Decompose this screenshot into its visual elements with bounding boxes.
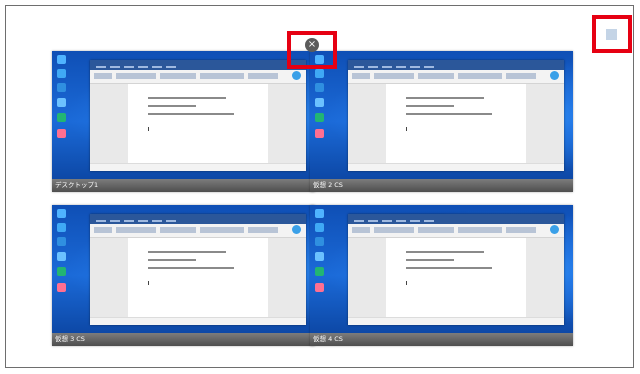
desktop-app-icon xyxy=(315,267,324,276)
help-icon xyxy=(550,71,559,80)
status-bar xyxy=(90,163,306,171)
ribbon-toolbar xyxy=(348,224,564,238)
desktop-app-icon xyxy=(57,223,66,232)
text-cursor xyxy=(148,127,149,131)
desktop-thumbnail-4[interactable]: 仮想 4 CS xyxy=(310,205,573,346)
status-bar xyxy=(90,317,306,325)
help-icon xyxy=(292,71,301,80)
desktop-app-icon xyxy=(315,223,324,232)
desktop-app-icon xyxy=(57,283,66,292)
desktop-app-icon xyxy=(315,83,324,92)
document-canvas xyxy=(90,84,306,164)
status-bar xyxy=(348,317,564,325)
ribbon-toolbar xyxy=(90,224,306,238)
help-icon xyxy=(292,225,301,234)
word-window xyxy=(348,60,564,171)
desktop-app-icon xyxy=(57,252,66,261)
desktop-wallpaper xyxy=(52,51,315,179)
desktop-app-icon xyxy=(57,129,66,138)
desktop-app-icon xyxy=(57,69,66,78)
desktop-app-icon xyxy=(57,237,66,246)
desktop-app-icon xyxy=(315,98,324,107)
close-button-highlight xyxy=(287,31,337,69)
status-bar xyxy=(348,163,564,171)
document-canvas xyxy=(348,238,564,318)
desktop-caption: デスクトップ1 xyxy=(52,179,315,192)
new-desktop-button[interactable] xyxy=(606,29,617,40)
desktop-app-icon xyxy=(57,55,66,64)
word-window xyxy=(348,214,564,325)
desktop-caption: 仮想 3 CS xyxy=(52,333,315,346)
desktop-thumbnail-3[interactable]: 仮想 3 CS xyxy=(52,205,315,346)
text-cursor xyxy=(148,281,149,285)
word-window xyxy=(90,214,306,325)
desktop-app-icon xyxy=(315,69,324,78)
desktop-app-icon xyxy=(315,283,324,292)
document-page xyxy=(386,238,526,318)
desktop-app-icon xyxy=(315,209,324,218)
desktop-wallpaper xyxy=(310,205,573,333)
help-icon xyxy=(550,225,559,234)
ribbon-toolbar xyxy=(90,70,306,84)
document-page xyxy=(128,84,268,164)
desktop-wallpaper xyxy=(310,51,573,179)
desktop-app-icon xyxy=(315,237,324,246)
desktop-wallpaper xyxy=(52,205,315,333)
desktop-caption: 仮想 2 CS xyxy=(310,179,573,192)
desktop-caption: 仮想 4 CS xyxy=(310,333,573,346)
desktop-thumbnail-2[interactable]: 仮想 2 CS xyxy=(310,51,573,192)
document-canvas xyxy=(90,238,306,318)
desktop-app-icon xyxy=(57,209,66,218)
text-cursor xyxy=(406,281,407,285)
desktop-app-icon xyxy=(57,83,66,92)
ribbon-toolbar xyxy=(348,70,564,84)
desktop-app-icon xyxy=(57,98,66,107)
desktop-app-icon xyxy=(315,129,324,138)
desktop-app-icon xyxy=(57,113,66,122)
word-window xyxy=(90,60,306,171)
desktop-thumbnail-1[interactable]: デスクトップ1 xyxy=(52,51,315,192)
document-page xyxy=(386,84,526,164)
desktop-app-icon xyxy=(315,252,324,261)
desktop-app-icon xyxy=(57,267,66,276)
text-cursor xyxy=(406,127,407,131)
document-page xyxy=(128,238,268,318)
document-canvas xyxy=(348,84,564,164)
desktop-app-icon xyxy=(315,113,324,122)
